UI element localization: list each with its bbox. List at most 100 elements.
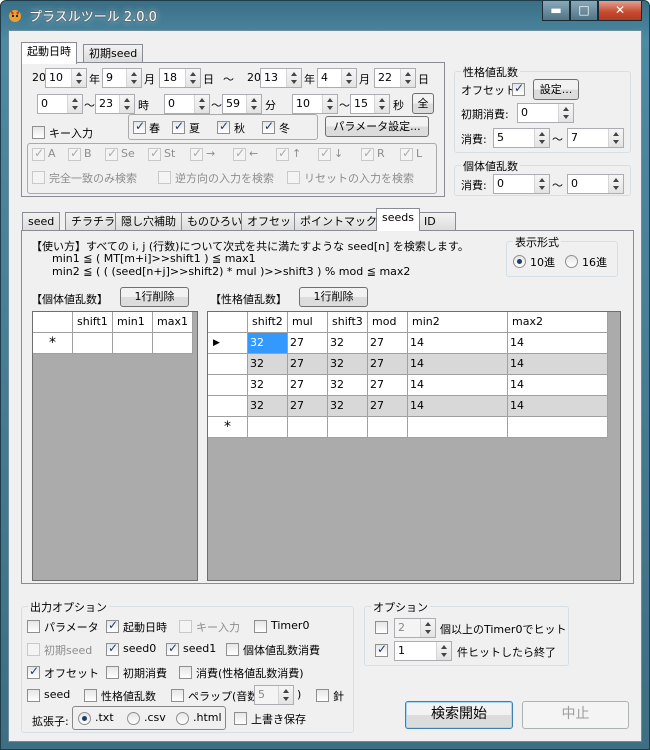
- month-end-input[interactable]: 4: [317, 68, 357, 88]
- title-bar[interactable]: プラスルツール 2.0.0 ▬ □ ✕: [1, 1, 649, 29]
- individual-consume-end-input[interactable]: 0: [567, 174, 624, 194]
- tab-initial-seed[interactable]: 初期seed: [83, 44, 144, 62]
- table-cell[interactable]: [368, 417, 408, 438]
- parameter-settings-button[interactable]: パラメータ設定...: [325, 116, 429, 137]
- key-input-checkbox[interactable]: [32, 126, 45, 139]
- table-cell[interactable]: [288, 417, 328, 438]
- output-initial-seed-checkbox[interactable]: [27, 643, 40, 656]
- ext-csv-radio[interactable]: [127, 712, 140, 725]
- individual-grid[interactable]: shift1 min1 max1 *: [32, 311, 198, 581]
- initial-consume-input[interactable]: 0: [517, 103, 574, 123]
- key-start-checkbox[interactable]: [148, 146, 161, 161]
- output-key-input-checkbox[interactable]: [179, 620, 192, 633]
- timer0-count-input[interactable]: 2: [394, 618, 436, 638]
- winter-checkbox[interactable]: [262, 119, 275, 134]
- column-header-min2[interactable]: min2: [408, 312, 508, 333]
- tab-chirachira[interactable]: チラチラ: [65, 212, 121, 231]
- minute-end-input[interactable]: 59: [222, 94, 262, 114]
- output-initial-consume-checkbox[interactable]: [106, 666, 119, 679]
- table-cell[interactable]: [328, 417, 368, 438]
- current-row-marker[interactable]: ▶: [208, 333, 248, 354]
- table-cell[interactable]: 32: [328, 354, 368, 375]
- key-select-checkbox[interactable]: [105, 146, 118, 161]
- table-cell[interactable]: 27: [288, 354, 328, 375]
- output-nature-consume-checkbox[interactable]: [179, 666, 192, 679]
- second-end-input[interactable]: 15: [350, 94, 390, 114]
- new-row-marker[interactable]: *: [208, 417, 248, 438]
- row-header[interactable]: [208, 396, 248, 417]
- hour-end-input[interactable]: 23: [95, 94, 135, 114]
- row-header[interactable]: [208, 354, 248, 375]
- hit-limit-checkbox[interactable]: [375, 642, 388, 657]
- nature-settings-button[interactable]: 設定...: [533, 79, 579, 100]
- table-cell[interactable]: 14: [508, 396, 608, 417]
- stop-button[interactable]: 中止: [522, 701, 629, 729]
- output-nature-rng-checkbox[interactable]: [84, 689, 97, 702]
- column-header-shift3[interactable]: shift3: [328, 312, 368, 333]
- key-down-checkbox[interactable]: [318, 146, 331, 161]
- chatot-sound-input[interactable]: 5: [254, 685, 294, 705]
- table-cell[interactable]: 14: [508, 354, 608, 375]
- column-header-max2[interactable]: max2: [508, 312, 608, 333]
- output-needle-checkbox[interactable]: [316, 689, 329, 702]
- table-cell[interactable]: [153, 333, 193, 354]
- table-cell[interactable]: [248, 417, 288, 438]
- table-cell[interactable]: 32: [328, 396, 368, 417]
- nature-delete-row-button[interactable]: 1行削除: [299, 287, 368, 307]
- output-parameter-checkbox[interactable]: [27, 620, 40, 633]
- decimal-radio[interactable]: [513, 255, 526, 268]
- ext-txt-radio[interactable]: [78, 712, 91, 725]
- table-cell[interactable]: 32: [248, 375, 288, 396]
- table-cell[interactable]: 14: [408, 333, 508, 354]
- table-cell[interactable]: [73, 333, 113, 354]
- autumn-checkbox[interactable]: [217, 119, 230, 134]
- key-left-checkbox[interactable]: [233, 146, 246, 161]
- output-offset-checkbox[interactable]: [27, 664, 40, 679]
- spring-checkbox[interactable]: [133, 119, 146, 134]
- minimize-button[interactable]: ▬: [542, 1, 570, 21]
- key-l-checkbox[interactable]: [400, 146, 413, 161]
- column-header-shift2[interactable]: shift2: [248, 312, 288, 333]
- tab-hidden-hole[interactable]: 隠し穴補助: [115, 212, 182, 231]
- year-end-input[interactable]: 13: [260, 68, 302, 88]
- row-header[interactable]: [208, 375, 248, 396]
- table-cell[interactable]: 27: [368, 375, 408, 396]
- individual-consume-start-input[interactable]: 0: [493, 174, 550, 194]
- new-row-marker[interactable]: *: [33, 333, 73, 354]
- year-start-input[interactable]: 10: [45, 68, 87, 88]
- table-cell[interactable]: 32: [328, 375, 368, 396]
- table-cell[interactable]: 27: [288, 396, 328, 417]
- column-header-mod[interactable]: mod: [368, 312, 408, 333]
- output-individual-consume-checkbox[interactable]: [226, 643, 239, 656]
- table-cell[interactable]: 32: [328, 333, 368, 354]
- table-cell[interactable]: [113, 333, 153, 354]
- column-header-mul[interactable]: mul: [288, 312, 328, 333]
- key-a-checkbox[interactable]: [32, 146, 45, 161]
- hex-radio[interactable]: [565, 255, 578, 268]
- key-up-checkbox[interactable]: [276, 146, 289, 161]
- table-cell[interactable]: 27: [368, 396, 408, 417]
- all-time-button[interactable]: 全: [412, 93, 434, 114]
- table-cell[interactable]: 27: [288, 375, 328, 396]
- close-button[interactable]: ✕: [598, 1, 642, 21]
- nature-grid[interactable]: shift2 mul shift3 mod min2 max2 ▶ 32 27 …: [207, 311, 621, 581]
- key-b-checkbox[interactable]: [68, 146, 81, 161]
- table-cell[interactable]: 14: [508, 375, 608, 396]
- key-right-checkbox[interactable]: [190, 146, 203, 161]
- second-start-input[interactable]: 10: [292, 94, 338, 114]
- table-cell[interactable]: 27: [368, 333, 408, 354]
- table-cell[interactable]: [408, 417, 508, 438]
- output-seed0-checkbox[interactable]: [106, 641, 119, 656]
- table-cell[interactable]: 32: [248, 354, 288, 375]
- table-cell[interactable]: 14: [408, 354, 508, 375]
- table-cell[interactable]: 27: [288, 333, 328, 354]
- maximize-button[interactable]: □: [570, 1, 598, 21]
- table-cell[interactable]: 14: [508, 333, 608, 354]
- reverse-input-checkbox[interactable]: [158, 171, 171, 184]
- output-launch-datetime-checkbox[interactable]: [106, 618, 119, 633]
- table-cell[interactable]: 14: [408, 375, 508, 396]
- table-cell[interactable]: 14: [408, 396, 508, 417]
- table-cell[interactable]: [508, 417, 608, 438]
- nature-consume-start-input[interactable]: 5: [493, 128, 550, 148]
- output-seed-checkbox[interactable]: [27, 689, 40, 702]
